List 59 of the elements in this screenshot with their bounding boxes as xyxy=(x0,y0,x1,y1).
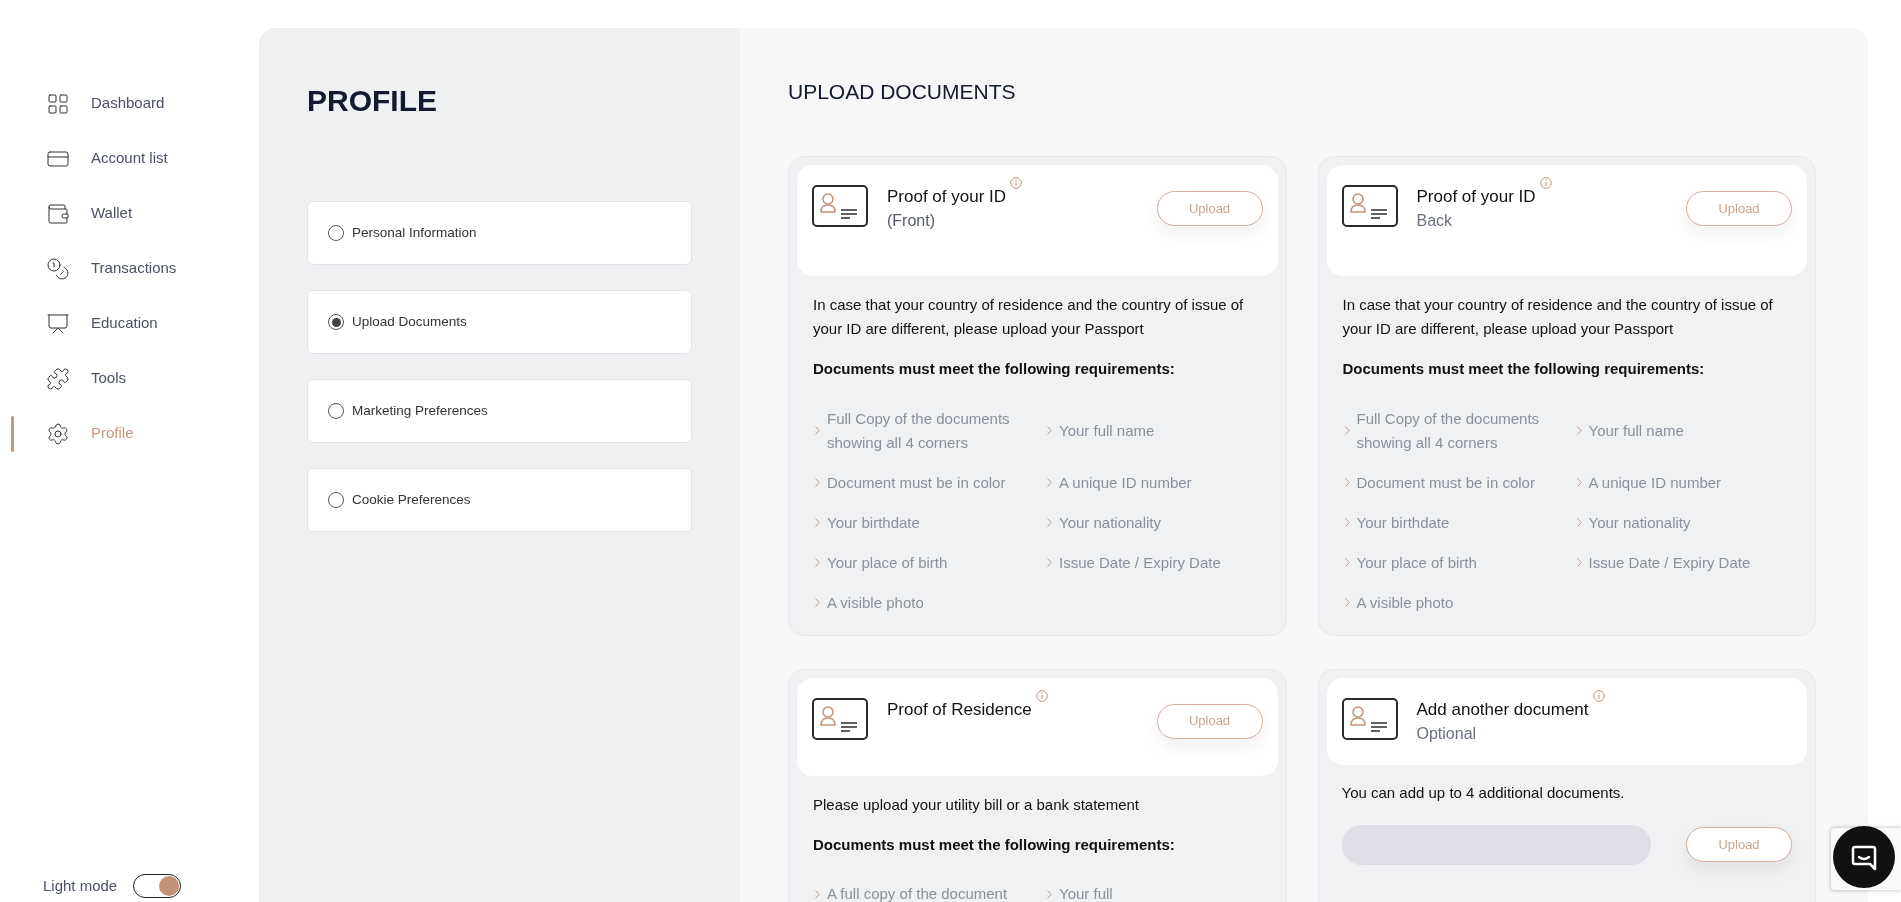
nav-item[interactable]: Transactions xyxy=(0,241,259,296)
requirement-text: Your full xyxy=(1059,884,1113,902)
requirement-text: Issue Date / Expiry Date xyxy=(1588,552,1751,573)
requirement-text: A full copy of the document xyxy=(827,884,1008,902)
document-title: Proof of Residence xyxy=(887,698,1032,721)
requirement-text: A unique ID number xyxy=(1588,472,1722,493)
wallet-icon xyxy=(46,201,70,226)
requirement-text: Issue Date / Expiry Date xyxy=(1059,552,1221,573)
puzzle-icon xyxy=(46,366,70,391)
nav-item[interactable]: Tools xyxy=(0,351,259,406)
requirement-text: A visible photo xyxy=(827,592,924,613)
profile-section-option[interactable]: Cookie Preferences xyxy=(307,468,692,532)
document-title: Add another document xyxy=(1416,698,1589,721)
id-card-icon xyxy=(1341,185,1398,227)
requirement-text: Your place of birth xyxy=(1356,552,1477,573)
requirement-text: Your nationality xyxy=(1588,512,1691,533)
document-title: Proof of your ID xyxy=(1416,186,1536,208)
profile-section-option[interactable]: Personal Information xyxy=(307,201,692,265)
requirement-text: A visible photo xyxy=(1356,592,1454,613)
requirement-text: Your full name xyxy=(1588,420,1684,441)
requirement-text: Your place of birth xyxy=(827,552,948,573)
section-title: UPLOAD DOCUMENTS xyxy=(788,79,1017,105)
requirement-text: Your birthdate xyxy=(1356,512,1450,533)
grid-icon xyxy=(46,91,70,116)
active-indicator xyxy=(11,416,14,452)
id-card-icon xyxy=(1341,697,1398,740)
id-card-icon xyxy=(812,697,868,740)
requirements-heading: Documents must meet the following requirements: xyxy=(813,359,1176,379)
document-subtitle: (Front) xyxy=(887,211,936,231)
description-text: You can add up to 4 additional documents. xyxy=(1341,782,1626,803)
document-subtitle: Optional xyxy=(1416,723,1478,744)
profile-section-option[interactable]: Upload Documents xyxy=(307,290,692,354)
nav-item[interactable]: Wallet xyxy=(0,186,259,241)
document-subtitle: Back xyxy=(1416,211,1454,231)
light-mode-label: Light mode xyxy=(43,875,118,896)
requirement-text: Document must be in color xyxy=(827,472,1006,493)
page-title: PROFILE xyxy=(307,84,438,118)
requirement-text: Your birthdate xyxy=(827,512,920,533)
requirement-text: Full Copy of the documents showing all 4 corners xyxy=(1356,408,1541,453)
profile-section-option[interactable]: Marketing Preferences xyxy=(307,379,692,443)
nav-item[interactable]: Dashboard xyxy=(0,76,259,131)
coins-icon xyxy=(46,256,70,281)
requirements-heading: Documents must meet the following requirements: xyxy=(813,834,1176,855)
settings-icon xyxy=(46,421,70,446)
document-title: Proof of your ID xyxy=(887,186,1007,208)
requirement-text: Full Copy of the documents showing all 4 corners xyxy=(827,408,1011,453)
description-text: In case that your country of residence and the country of issue of your ID are different, please upload your Passport xyxy=(1342,295,1774,339)
chat-icon xyxy=(1850,843,1878,871)
id-card-icon xyxy=(812,185,868,227)
requirement-text: Document must be in color xyxy=(1356,472,1535,493)
description-text: In case that your country of residence and the country of issue of your ID are different, please upload your Passport xyxy=(813,295,1245,339)
presentation-chart-icon xyxy=(46,311,70,336)
requirements-heading: Documents must meet the following requirements: xyxy=(1342,359,1706,379)
requirement-text: Your full name xyxy=(1059,420,1155,441)
nav-item[interactable]: Account list xyxy=(0,131,259,186)
requirement-text: Your nationality xyxy=(1059,512,1162,533)
nav-item[interactable]: Education xyxy=(0,296,259,351)
description-text: Please upload your utility bill or a bank statement xyxy=(813,794,1140,815)
requirement-text: A unique ID number xyxy=(1059,472,1192,493)
